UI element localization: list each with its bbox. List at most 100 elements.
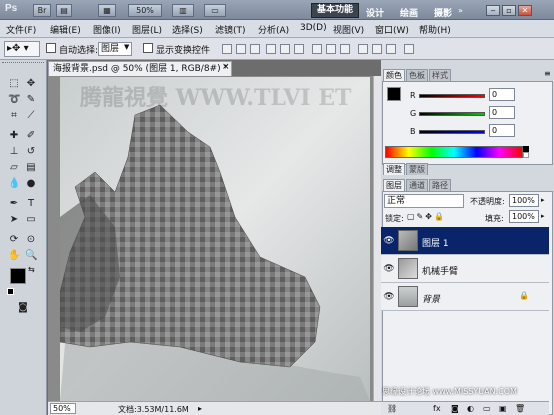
panel-grip[interactable]: [2, 62, 44, 66]
lock-icons[interactable]: ▢✎✥🔒: [407, 212, 446, 221]
blend-mode-dropdown[interactable]: 正常: [384, 194, 464, 208]
opacity-input[interactable]: 100%: [509, 194, 539, 207]
visibility-eye-icon[interactable]: 👁: [383, 227, 395, 255]
align-bottom-icon[interactable]: [250, 44, 260, 54]
fill-input[interactable]: 100%: [509, 210, 539, 223]
color-fg-swatch[interactable]: [387, 87, 401, 101]
blur-tool-icon[interactable]: 💧: [8, 178, 20, 190]
gradient-tool-icon[interactable]: ▤: [25, 162, 37, 174]
align-right-icon[interactable]: [294, 44, 304, 54]
tab-styles[interactable]: 样式: [429, 69, 451, 81]
tab-masks[interactable]: 蒙版: [406, 163, 428, 175]
auto-align-icon[interactable]: [404, 44, 414, 54]
3d-rotate-tool-icon[interactable]: ⟳: [8, 234, 20, 246]
opacity-arrow-icon[interactable]: ▸: [541, 196, 545, 204]
tab-channels[interactable]: 通道: [406, 179, 428, 191]
move-tool-icon[interactable]: ✥: [25, 78, 37, 90]
align-top-icon[interactable]: [222, 44, 232, 54]
layer-row-layer1[interactable]: 👁 图层 1: [381, 227, 549, 255]
tab-paths[interactable]: 路径: [429, 179, 451, 191]
clone-stamp-tool-icon[interactable]: ⊥: [8, 146, 20, 158]
type-tool-icon[interactable]: T: [25, 198, 37, 210]
color-spectrum-bar[interactable]: [385, 146, 523, 158]
document-tab[interactable]: 海报背景.psd @ 50% (图层 1, RGB/8#) *: [48, 61, 232, 76]
restore-icon[interactable]: ▫: [502, 5, 516, 16]
layer-mask-icon[interactable]: ◙: [451, 404, 459, 413]
blue-slider[interactable]: [419, 130, 485, 134]
marquee-tool-icon[interactable]: ⬚: [8, 78, 20, 90]
zoom-tool-icon[interactable]: 🔍: [25, 250, 37, 262]
distribute-bottom-icon[interactable]: [340, 44, 350, 54]
auto-select-checkbox[interactable]: [46, 43, 56, 53]
zoom-level-dropdown[interactable]: 50%: [128, 4, 162, 17]
screen-mode-icon[interactable]: ▭: [204, 4, 226, 17]
tab-color[interactable]: 颜色: [383, 69, 405, 81]
quick-mask-icon[interactable]: ◙: [17, 302, 29, 314]
distribute-hcenter-icon[interactable]: [372, 44, 382, 54]
dodge-tool-icon[interactable]: ●: [25, 178, 37, 190]
workspace-more-icon[interactable]: »: [458, 6, 463, 15]
spectrum-white[interactable]: [523, 152, 529, 158]
tab-swatches[interactable]: 色板: [406, 69, 428, 81]
minimize-icon[interactable]: ‒: [486, 5, 500, 16]
brush-tool-icon[interactable]: ✐: [25, 130, 37, 142]
eraser-tool-icon[interactable]: ▱: [8, 162, 20, 174]
link-layers-icon[interactable]: ⛓: [387, 404, 397, 413]
fill-arrow-icon[interactable]: ▸: [541, 212, 545, 220]
workspace-painting[interactable]: 绘画: [400, 6, 418, 19]
shape-tool-icon[interactable]: ▭: [25, 214, 37, 226]
lasso-tool-icon[interactable]: ➰: [8, 94, 20, 106]
layer-row-background[interactable]: 👁 背景 🔒: [381, 283, 549, 311]
bridge-icon[interactable]: Br: [33, 4, 51, 17]
crop-tool-icon[interactable]: ⌗: [8, 110, 20, 122]
pen-tool-icon[interactable]: ✒: [8, 198, 20, 210]
layer-style-icon[interactable]: fx: [433, 404, 441, 413]
menu-layer[interactable]: 图层(L): [132, 23, 162, 36]
close-document-icon[interactable]: ×: [222, 62, 230, 72]
menu-3d[interactable]: 3D(D): [300, 23, 327, 33]
visibility-eye-icon[interactable]: 👁: [383, 255, 395, 283]
view-extras-icon[interactable]: ▦: [98, 4, 116, 17]
status-menu-icon[interactable]: ▸: [198, 404, 202, 413]
tab-adjustments[interactable]: 调整: [383, 163, 405, 175]
red-slider[interactable]: [419, 94, 485, 98]
image-canvas[interactable]: [60, 77, 370, 401]
distribute-vcenter-icon[interactable]: [326, 44, 336, 54]
workspace-essentials[interactable]: 基本功能: [311, 3, 359, 18]
align-vcenter-icon[interactable]: [236, 44, 246, 54]
align-left-icon[interactable]: [266, 44, 276, 54]
workspace-design[interactable]: 设计: [366, 6, 384, 19]
close-icon[interactable]: ✕: [518, 5, 532, 16]
distribute-top-icon[interactable]: [312, 44, 322, 54]
default-colors-icon[interactable]: [7, 288, 14, 295]
menu-analysis[interactable]: 分析(A): [258, 23, 289, 36]
distribute-right-icon[interactable]: [386, 44, 396, 54]
align-hcenter-icon[interactable]: [280, 44, 290, 54]
panel-menu-icon[interactable]: ≡: [544, 69, 551, 78]
trash-icon[interactable]: 🗑: [515, 404, 525, 413]
arrange-documents-icon[interactable]: ▥: [172, 4, 194, 17]
visibility-eye-icon[interactable]: 👁: [383, 283, 395, 311]
eyedropper-tool-icon[interactable]: ⟋: [25, 110, 37, 122]
quick-select-tool-icon[interactable]: ✎: [25, 94, 37, 106]
layer-row-arm[interactable]: 👁 机械手臂: [381, 255, 549, 283]
foreground-color-swatch[interactable]: [10, 268, 26, 284]
menu-window[interactable]: 窗口(W): [375, 23, 409, 36]
group-icon[interactable]: ▭: [483, 404, 491, 413]
hand-tool-icon[interactable]: ✋: [8, 250, 20, 262]
menu-filter[interactable]: 滤镜(T): [215, 23, 246, 36]
new-layer-icon[interactable]: ▣: [499, 404, 507, 413]
green-value-input[interactable]: 0: [489, 106, 515, 119]
path-select-tool-icon[interactable]: ➤: [8, 214, 20, 226]
blue-value-input[interactable]: 0: [489, 124, 515, 137]
menu-select[interactable]: 选择(S): [172, 23, 203, 36]
show-transform-checkbox[interactable]: [143, 43, 153, 53]
vertical-scrollbar[interactable]: [373, 76, 381, 401]
menu-edit[interactable]: 编辑(E): [50, 23, 81, 36]
tool-preset-picker[interactable]: ▸✥ ▾: [4, 41, 40, 57]
green-slider[interactable]: [419, 112, 485, 116]
workspace-photography[interactable]: 摄影: [434, 6, 452, 19]
history-brush-tool-icon[interactable]: ↺: [25, 146, 37, 158]
menu-help[interactable]: 帮助(H): [419, 23, 451, 36]
minibridge-icon[interactable]: ▤: [56, 4, 72, 17]
